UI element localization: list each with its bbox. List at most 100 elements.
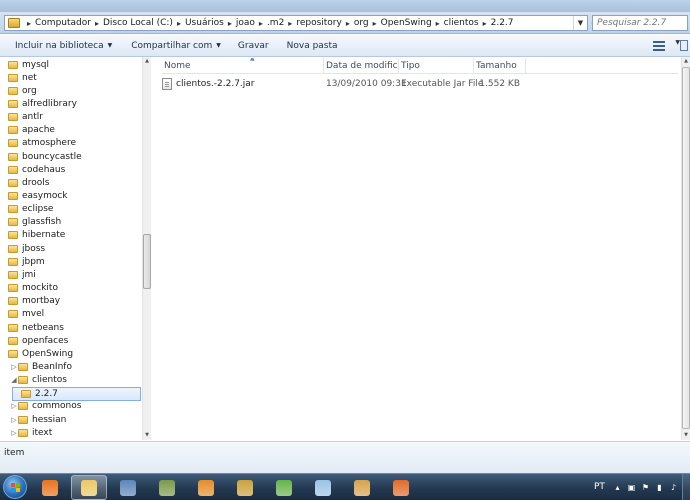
- start-button[interactable]: [3, 475, 27, 499]
- breadcrumb-separator-icon[interactable]: ▸: [436, 19, 440, 28]
- column-size[interactable]: Tamanho: [474, 58, 526, 74]
- nav-item[interactable]: OpenSwing: [0, 347, 142, 360]
- file-row[interactable]: clientos.-2.2.7.jar 13/09/2010 09:31 Execu…: [162, 77, 526, 91]
- breadcrumb-separator-icon[interactable]: ▸: [27, 19, 31, 28]
- breadcrumb-separator-icon[interactable]: ▸: [288, 19, 292, 28]
- nav-item[interactable]: glassfish: [0, 216, 142, 229]
- nav-item[interactable]: jbpm: [0, 255, 142, 268]
- taskbar-media-button[interactable]: [188, 475, 224, 500]
- column-type[interactable]: Tipo: [399, 58, 474, 74]
- nav-item[interactable]: apache: [0, 124, 142, 137]
- nav-item[interactable]: hibernate: [0, 229, 142, 242]
- breadcrumb-item[interactable]: ▸ joao: [224, 18, 255, 28]
- expand-arrow-icon[interactable]: ▷: [10, 429, 18, 437]
- taskbar-eclipse-button[interactable]: [149, 475, 185, 500]
- nav-item[interactable]: ▷iReport-4.0: [0, 439, 142, 440]
- breadcrumb-item[interactable]: ▸ repository: [284, 18, 342, 28]
- scroll-up-icon[interactable]: ▲: [143, 57, 151, 66]
- breadcrumb-separator-icon[interactable]: ▸: [95, 19, 99, 28]
- show-desktop-button[interactable]: [682, 474, 690, 500]
- nav-item[interactable]: ▷ BeanInfo: [0, 360, 142, 373]
- taskbar-paint-button[interactable]: [344, 475, 380, 500]
- scroll-down-icon[interactable]: ▼: [143, 431, 151, 440]
- chevron-down-icon[interactable]: ▼: [573, 16, 587, 30]
- nav-item[interactable]: atmosphere: [0, 137, 142, 150]
- breadcrumb-separator-icon[interactable]: ▸: [177, 19, 181, 28]
- breadcrumb-item[interactable]: ▸ OpenSwing: [369, 18, 432, 28]
- nav-item[interactable]: codehaus: [0, 163, 142, 176]
- search-input[interactable]: [597, 18, 687, 28]
- breadcrumb-separator-icon[interactable]: ▸: [346, 19, 350, 28]
- content-scrollbar[interactable]: ▲ ▼: [681, 57, 690, 440]
- new-folder-button[interactable]: Nova pasta: [287, 41, 338, 51]
- jar-file-icon: [162, 78, 172, 90]
- nav-item[interactable]: mvel: [0, 308, 142, 321]
- burn-button[interactable]: Gravar: [238, 41, 269, 51]
- view-options-icon[interactable]: [652, 39, 666, 53]
- nav-item[interactable]: ▷ itext: [0, 426, 142, 439]
- volume-icon[interactable]: ♪: [669, 483, 678, 492]
- breadcrumb-separator-icon[interactable]: ▸: [373, 19, 377, 28]
- scroll-up-icon[interactable]: ▲: [682, 57, 690, 66]
- nav-item[interactable]: easymock: [0, 190, 142, 203]
- expand-arrow-icon[interactable]: ▷: [10, 402, 18, 410]
- nav-item[interactable]: mockito: [0, 282, 142, 295]
- scroll-down-icon[interactable]: ▼: [682, 431, 690, 440]
- nav-item[interactable]: jmi: [0, 268, 142, 281]
- folder-icon: [18, 376, 28, 385]
- nav-scroll-thumb[interactable]: [143, 234, 151, 289]
- breadcrumb-separator-icon[interactable]: ▸: [483, 19, 487, 28]
- nav-item[interactable]: alfredlibrary: [0, 97, 142, 110]
- signal-icon[interactable]: ▮: [655, 483, 664, 492]
- nav-item[interactable]: drools: [0, 176, 142, 189]
- taskbar-explorer-button[interactable]: [71, 475, 107, 500]
- nav-item[interactable]: ◢ clientos: [0, 374, 142, 387]
- collapse-arrow-icon[interactable]: ◢: [10, 376, 18, 384]
- breadcrumb-item[interactable]: ▸ .m2: [255, 18, 284, 28]
- taskbar-notepad-button[interactable]: [305, 475, 341, 500]
- nav-item[interactable]: eclipse: [0, 203, 142, 216]
- breadcrumb-item[interactable]: ▸ org: [342, 18, 369, 28]
- address-bar[interactable]: ▸ Computador ▸ Disco Local (C:) ▸ Usuários ▸ jo…: [4, 15, 588, 31]
- preview-pane-icon[interactable]: [680, 40, 688, 51]
- nav-item[interactable]: jboss: [0, 242, 142, 255]
- breadcrumb-separator-icon[interactable]: ▸: [228, 19, 232, 28]
- nav-item[interactable]: antlr: [0, 111, 142, 124]
- nav-item[interactable]: bouncycastle: [0, 150, 142, 163]
- nav-item[interactable]: 2.2.7: [12, 386, 141, 401]
- nav-item[interactable]: netbeans: [0, 321, 142, 334]
- include-library-button[interactable]: Incluir na biblioteca ▼: [15, 41, 112, 51]
- language-indicator[interactable]: PT: [594, 482, 605, 492]
- breadcrumb-item[interactable]: ▸ Computador: [23, 18, 91, 28]
- search-box[interactable]: [592, 15, 688, 31]
- expand-arrow-icon[interactable]: ▷: [10, 363, 18, 371]
- sort-arrow-icon: ▲: [250, 58, 255, 62]
- breadcrumb-item[interactable]: ▸ clientos: [432, 18, 479, 28]
- network-icon[interactable]: ▣: [627, 483, 636, 492]
- nav-item[interactable]: mysql: [0, 58, 142, 71]
- nav-item[interactable]: mortbay: [0, 295, 142, 308]
- taskbar-xampp-button[interactable]: [383, 475, 419, 500]
- nav-scrollbar[interactable]: ▲ ▼: [142, 57, 151, 440]
- nav-item-label: hibernate: [22, 230, 66, 241]
- nav-item[interactable]: org: [0, 84, 142, 97]
- nav-item[interactable]: net: [0, 71, 142, 84]
- nav-item[interactable]: openfaces: [0, 334, 142, 347]
- breadcrumb-item[interactable]: ▸ 2.2.7: [479, 18, 514, 28]
- column-name[interactable]: Nome ▲: [162, 58, 324, 74]
- breadcrumb-item[interactable]: ▸ Disco Local (C:): [91, 18, 173, 28]
- content-scroll-thumb[interactable]: [682, 67, 690, 429]
- taskbar-virtualbox-button[interactable]: [110, 475, 146, 500]
- tray-arrow-icon[interactable]: ▴: [613, 483, 622, 492]
- nav-item[interactable]: ▷ hessian: [0, 413, 142, 426]
- share-with-button[interactable]: Compartilhar com ▼: [131, 41, 221, 51]
- expand-arrow-icon[interactable]: ▷: [10, 416, 18, 424]
- breadcrumb-item[interactable]: ▸ Usuários: [173, 18, 224, 28]
- nav-item[interactable]: ▷ commonos: [0, 400, 142, 413]
- taskbar-firefox-button[interactable]: [32, 475, 68, 500]
- action-center-icon[interactable]: ⚑: [641, 483, 650, 492]
- taskbar-messenger-button[interactable]: [266, 475, 302, 500]
- taskbar-winamp-button[interactable]: [227, 475, 263, 500]
- breadcrumb-separator-icon[interactable]: ▸: [259, 19, 263, 28]
- column-date[interactable]: Data de modificaç...: [324, 58, 399, 74]
